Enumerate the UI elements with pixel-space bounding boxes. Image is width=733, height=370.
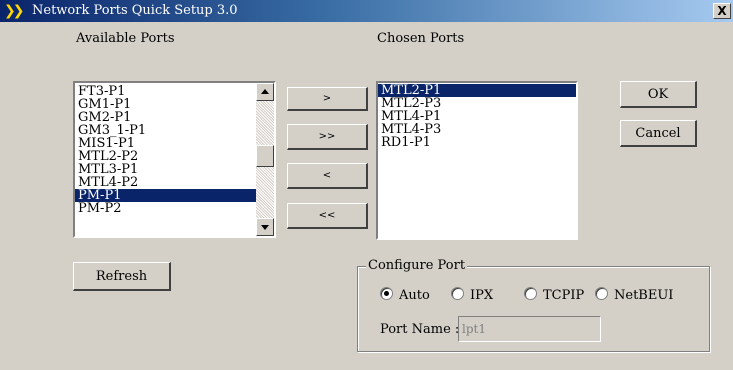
- close-button[interactable]: X: [713, 3, 731, 19]
- scroll-up-button[interactable]: [256, 83, 274, 101]
- arrow-down-icon: [261, 225, 269, 230]
- double-chevron-icon: ❯❯: [4, 3, 24, 19]
- configure-port-title: Configure Port: [366, 258, 468, 273]
- available-ports-list[interactable]: FT3-P1 GM1-P1 GM2-P1 GM3_1-P1 MIS1-P1 MT…: [73, 81, 276, 238]
- port-name-label: Port Name :: [380, 322, 460, 337]
- radio-ipx[interactable]: IPX: [451, 287, 493, 303]
- add-all-ports-button[interactable]: >>: [287, 124, 368, 150]
- chosen-ports-list[interactable]: MTL2-P1 MTL2-P3 MTL4-P1 MTL4-P3 RD1-P1: [376, 81, 578, 240]
- available-ports-scrollbar[interactable]: [256, 83, 274, 236]
- radio-tcpip[interactable]: TCPIP: [524, 287, 584, 303]
- arrow-up-icon: [261, 89, 269, 94]
- radio-netbeui[interactable]: NetBEUI: [595, 287, 673, 303]
- radio-unchecked-icon: [451, 287, 464, 300]
- remove-all-ports-button[interactable]: <<: [287, 203, 368, 229]
- available-ports-items: FT3-P1 GM1-P1 GM2-P1 GM3_1-P1 MIS1-P1 MT…: [75, 83, 274, 215]
- radio-unchecked-icon: [595, 287, 608, 300]
- chosen-ports-label: Chosen Ports: [377, 31, 465, 46]
- available-ports-label: Available Ports: [76, 31, 175, 46]
- refresh-button[interactable]: Refresh: [73, 262, 171, 291]
- port-name-field[interactable]: lpt1: [458, 316, 601, 342]
- cancel-button[interactable]: Cancel: [620, 120, 697, 147]
- remove-port-button[interactable]: <: [287, 163, 368, 189]
- window-title: Network Ports Quick Setup 3.0: [32, 3, 238, 18]
- ok-button[interactable]: OK: [620, 81, 697, 108]
- add-port-button[interactable]: >: [287, 87, 368, 111]
- scroll-thumb[interactable]: [256, 145, 274, 167]
- radio-unchecked-icon: [524, 287, 537, 300]
- radio-auto[interactable]: Auto: [380, 287, 430, 303]
- list-item[interactable]: PM-P2: [75, 202, 274, 215]
- chosen-ports-items: MTL2-P1 MTL2-P3 MTL4-P1 MTL4-P3 RD1-P1: [378, 83, 576, 149]
- title-bar: ❯❯ Network Ports Quick Setup 3.0 X: [0, 0, 733, 22]
- radio-checked-icon: [380, 287, 393, 300]
- list-item[interactable]: RD1-P1: [378, 136, 576, 149]
- scroll-down-button[interactable]: [256, 218, 274, 236]
